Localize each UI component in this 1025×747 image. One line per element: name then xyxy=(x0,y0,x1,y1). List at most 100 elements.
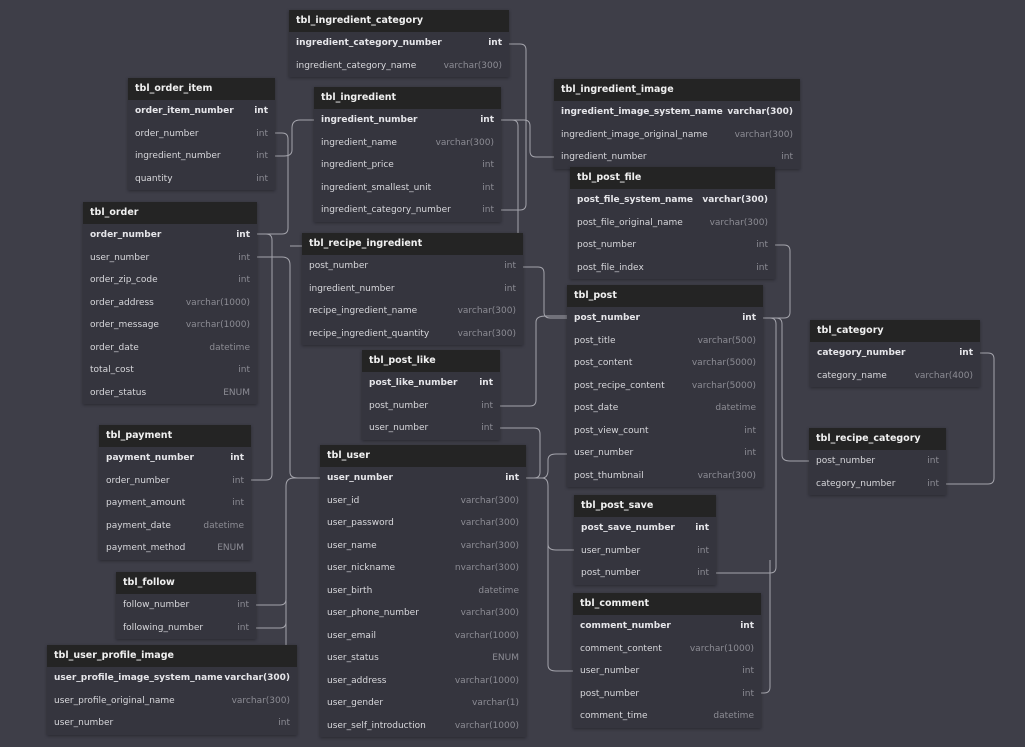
column-row[interactable]: user_email varchar(1000) xyxy=(320,625,526,648)
column-row[interactable]: ingredient_category_number int xyxy=(314,199,501,222)
table-tbl-user[interactable]: tbl_user user_number int user_id varchar(300… xyxy=(320,445,526,737)
column-row[interactable]: post_number int xyxy=(570,234,775,257)
table-title[interactable]: tbl_order_item xyxy=(128,78,275,100)
table-tbl-recipe-category[interactable]: tbl_recipe_category post_number int categor… xyxy=(809,428,946,495)
column-row[interactable]: user_name varchar(300) xyxy=(320,535,526,558)
column-row[interactable]: following_number int xyxy=(116,617,256,640)
table-title[interactable]: tbl_post_file xyxy=(570,167,775,189)
column-row[interactable]: recipe_ingredient_name varchar(300) xyxy=(302,300,523,323)
table-tbl-post-save[interactable]: tbl_post_save post_save_number int user_num… xyxy=(574,495,716,585)
primary-key-row[interactable]: user_number int xyxy=(320,467,526,490)
column-row[interactable]: order_message varchar(1000) xyxy=(83,314,257,337)
table-tbl-post[interactable]: tbl_post post_number int post_title varchar(… xyxy=(567,285,763,487)
column-row[interactable]: quantity int xyxy=(128,168,275,191)
primary-key-row[interactable]: category_number int xyxy=(810,342,980,365)
column-row[interactable]: comment_content varchar(1000) xyxy=(573,638,761,661)
column-row[interactable]: post_view_count int xyxy=(567,420,763,443)
column-row[interactable]: ingredient_image_original_name varchar(30… xyxy=(554,124,800,147)
primary-key-row[interactable]: ingredient_image_system_name varchar(300) xyxy=(554,101,800,124)
column-row[interactable]: post_recipe_content varchar(5000) xyxy=(567,375,763,398)
column-row[interactable]: payment_method ENUM xyxy=(99,537,251,560)
primary-key-row[interactable]: payment_number int xyxy=(99,447,251,470)
table-tbl-ingredient[interactable]: tbl_ingredient ingredient_number int ingred… xyxy=(314,87,501,222)
table-title[interactable]: tbl_category xyxy=(810,320,980,342)
column-row[interactable]: user_id varchar(300) xyxy=(320,490,526,513)
table-title[interactable]: tbl_payment xyxy=(99,425,251,447)
table-title[interactable]: tbl_user_profile_image xyxy=(47,645,297,667)
column-row[interactable]: post_number int xyxy=(573,683,761,706)
column-row[interactable]: order_status ENUM xyxy=(83,382,257,405)
table-title[interactable]: tbl_post xyxy=(567,285,763,307)
column-row[interactable]: total_cost int xyxy=(83,359,257,382)
column-row[interactable]: order_zip_code int xyxy=(83,269,257,292)
table-tbl-user-profile-image[interactable]: tbl_user_profile_image user_profile_image… xyxy=(47,645,297,735)
column-row[interactable]: user_phone_number varchar(300) xyxy=(320,602,526,625)
column-row[interactable]: user_nickname nvarchar(300) xyxy=(320,557,526,580)
primary-key-row[interactable]: user_profile_image_system_name varchar(30… xyxy=(47,667,297,690)
column-row[interactable]: ingredient_smallest_unit int xyxy=(314,177,501,200)
column-row[interactable]: user_number int xyxy=(362,417,500,440)
column-row[interactable]: user_number int xyxy=(47,712,297,735)
column-row[interactable]: ingredient_number int xyxy=(302,278,523,301)
table-title[interactable]: tbl_ingredient_category xyxy=(289,10,509,32)
column-row[interactable]: post_number int xyxy=(574,562,716,585)
table-title[interactable]: tbl_recipe_category xyxy=(809,428,946,450)
column-row[interactable]: post_file_original_name varchar(300) xyxy=(570,212,775,235)
table-tbl-post-file[interactable]: tbl_post_file post_file_system_name varcha… xyxy=(570,167,775,279)
primary-key-row[interactable]: ingredient_category_number int xyxy=(289,32,509,55)
table-tbl-ingredient-category[interactable]: tbl_ingredient_category ingredient_catego… xyxy=(289,10,509,77)
column-row[interactable]: user_address varchar(1000) xyxy=(320,670,526,693)
column-row[interactable]: category_name varchar(400) xyxy=(810,365,980,388)
column-row[interactable]: post_date datetime xyxy=(567,397,763,420)
column-row[interactable]: user_gender varchar(1) xyxy=(320,692,526,715)
column-row[interactable]: post_file_index int xyxy=(570,257,775,280)
column-row[interactable]: ingredient_number int xyxy=(128,145,275,168)
column-row[interactable]: comment_time datetime xyxy=(573,705,761,728)
table-title[interactable]: tbl_order xyxy=(83,202,257,224)
column-row[interactable]: ingredient_price int xyxy=(314,154,501,177)
table-title[interactable]: tbl_user xyxy=(320,445,526,467)
column-row[interactable]: category_number int xyxy=(809,473,946,496)
table-title[interactable]: tbl_ingredient xyxy=(314,87,501,109)
column-row[interactable]: user_self_introduction varchar(1000) xyxy=(320,715,526,738)
table-tbl-category[interactable]: tbl_category category_number int category_n… xyxy=(810,320,980,387)
column-row[interactable]: post_number int xyxy=(302,255,523,278)
column-row[interactable]: post_thumbnail varchar(300) xyxy=(567,465,763,488)
table-tbl-order[interactable]: tbl_order order_number int user_number int or… xyxy=(83,202,257,404)
column-row[interactable]: user_number int xyxy=(574,540,716,563)
column-row[interactable]: user_profile_original_name varchar(300) xyxy=(47,690,297,713)
table-title[interactable]: tbl_follow xyxy=(116,572,256,594)
table-title[interactable]: tbl_recipe_ingredient xyxy=(302,233,523,255)
column-row[interactable]: user_number int xyxy=(567,442,763,465)
primary-key-row[interactable]: order_item_number int xyxy=(128,100,275,123)
table-title[interactable]: tbl_ingredient_image xyxy=(554,79,800,101)
column-row[interactable]: post_number int xyxy=(362,395,500,418)
primary-key-row[interactable]: order_number int xyxy=(83,224,257,247)
table-title[interactable]: tbl_comment xyxy=(573,593,761,615)
column-row[interactable]: payment_amount int xyxy=(99,492,251,515)
table-tbl-follow[interactable]: tbl_follow follow_number int following_numb… xyxy=(116,572,256,639)
column-row[interactable]: ingredient_category_name varchar(300) xyxy=(289,55,509,78)
primary-key-row[interactable]: post_like_number int xyxy=(362,372,500,395)
column-row[interactable]: order_number int xyxy=(128,123,275,146)
table-tbl-post-like[interactable]: tbl_post_like post_like_number int post_num… xyxy=(362,350,500,440)
column-row[interactable]: follow_number int xyxy=(116,594,256,617)
table-tbl-order-item[interactable]: tbl_order_item order_item_number int order_… xyxy=(128,78,275,190)
column-row[interactable]: user_number int xyxy=(573,660,761,683)
table-tbl-comment[interactable]: tbl_comment comment_number int comment_cont… xyxy=(573,593,761,728)
column-row[interactable]: payment_date datetime xyxy=(99,515,251,538)
table-title[interactable]: tbl_post_save xyxy=(574,495,716,517)
column-row[interactable]: order_address varchar(1000) xyxy=(83,292,257,315)
primary-key-row[interactable]: post_save_number int xyxy=(574,517,716,540)
column-row[interactable]: user_password varchar(300) xyxy=(320,512,526,535)
column-row[interactable]: user_number int xyxy=(83,247,257,270)
primary-key-row[interactable]: post_number int xyxy=(567,307,763,330)
table-tbl-recipe-ingredient[interactable]: tbl_recipe_ingredient post_number int ingre… xyxy=(302,233,523,345)
column-row[interactable]: ingredient_name varchar(300) xyxy=(314,132,501,155)
primary-key-row[interactable]: comment_number int xyxy=(573,615,761,638)
column-row[interactable]: order_number int xyxy=(99,470,251,493)
column-row[interactable]: user_birth datetime xyxy=(320,580,526,603)
column-row[interactable]: order_date datetime xyxy=(83,337,257,360)
column-row[interactable]: post_title varchar(500) xyxy=(567,330,763,353)
column-row[interactable]: ingredient_number int xyxy=(554,146,800,169)
